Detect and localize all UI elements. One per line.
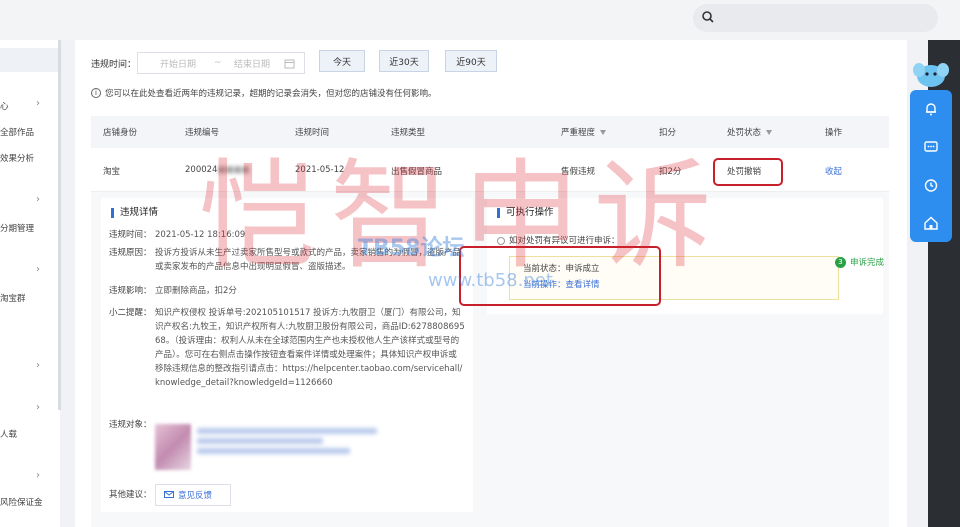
clock-icon[interactable] <box>922 176 940 194</box>
cell-type: 出售假冒商品 <box>391 167 443 177</box>
cell-severity: 售假违规 <box>561 167 596 177</box>
highlight-box <box>713 158 783 186</box>
home-icon[interactable] <box>922 214 940 232</box>
last-90-days-button[interactable]: 近90天 <box>445 50 497 72</box>
sidebar-item-taobao-group[interactable]: 淘宝群 <box>0 292 26 304</box>
product-thumbnail[interactable] <box>155 424 191 470</box>
sidebar-item-analysis[interactable]: 效果分析 <box>0 152 34 164</box>
cell-time: 2021-05-12 <box>295 165 345 175</box>
last-30-days-button[interactable]: 近30天 <box>379 50 429 72</box>
column-shop: 店铺身份 <box>103 128 138 138</box>
appeal-complete-step: 3 申诉完成 <box>835 256 884 268</box>
filter-icon[interactable] <box>766 130 773 135</box>
chevron-right-icon[interactable]: › <box>36 98 40 109</box>
column-severity[interactable]: 严重程度 <box>561 126 607 138</box>
sidebar-item-load[interactable]: 人载 <box>0 428 17 440</box>
date-range-picker[interactable]: 开始日期 ~ 结束日期 <box>137 52 305 74</box>
chevron-right-icon[interactable]: › <box>36 402 40 413</box>
chevron-right-icon[interactable]: › <box>36 360 40 371</box>
top-bar <box>0 0 960 40</box>
chevron-right-icon[interactable]: › <box>36 264 40 275</box>
cell-points: 扣2分 <box>659 167 682 177</box>
start-date-input[interactable]: 开始日期 <box>160 57 196 70</box>
detail-title: 违规详情 <box>111 208 158 218</box>
column-action: 操作 <box>825 128 843 138</box>
sidebar-scrollbar[interactable] <box>58 40 61 410</box>
cell-shop: 淘宝 <box>103 167 121 177</box>
feedback-button[interactable]: 意见反馈 <box>155 484 231 506</box>
today-button[interactable]: 今天 <box>319 50 365 72</box>
sidebar-item-works[interactable]: 全部作品 <box>0 126 34 138</box>
product-links[interactable] <box>197 424 377 464</box>
info-icon: i <box>91 88 101 98</box>
filter-label: 违规时间： <box>91 59 137 70</box>
column-status[interactable]: 处罚状态 <box>727 126 773 138</box>
date-filter: 违规时间： 开始日期 ~ 结束日期 <box>91 52 305 74</box>
sidebar-item-installment[interactable]: 分期管理 <box>0 222 34 234</box>
range-separator: ~ <box>214 58 222 68</box>
cell-id: 200024■■■■ <box>185 165 250 175</box>
notice-text: 您可以在此处查看近两年的违规记录，超期的记录会消失，但对您的店铺没有任何影响。 <box>105 89 437 99</box>
sidebar-item-center[interactable]: 心 <box>0 100 9 112</box>
end-date-input[interactable]: 结束日期 <box>234 57 270 70</box>
notice: i 您可以在此处查看近两年的违规记录，超期的记录会消失，但对您的店铺没有任何影响… <box>91 87 437 99</box>
message-icon <box>164 490 174 498</box>
column-type: 违规类型 <box>391 128 426 138</box>
chat-icon[interactable] <box>922 138 940 156</box>
column-time: 违规时间 <box>295 128 330 138</box>
appeal-option[interactable]: 如对处罚有异议可进行申诉： <box>497 234 620 246</box>
sidebar-selected-item[interactable] <box>0 48 60 72</box>
chevron-right-icon[interactable]: › <box>36 470 40 481</box>
calendar-icon[interactable] <box>284 58 295 69</box>
sidebar-item-deposit[interactable]: 风险保证金 <box>0 496 43 508</box>
filter-icon[interactable] <box>600 130 607 135</box>
bell-icon[interactable] <box>922 100 940 118</box>
step-number: 3 <box>835 256 846 268</box>
floating-toolbar <box>910 90 952 242</box>
radio-icon[interactable] <box>497 236 505 245</box>
watermark-logo: TB58论坛 <box>358 236 465 261</box>
mascot-icon[interactable] <box>912 58 950 88</box>
search-input[interactable] <box>693 4 938 32</box>
chevron-right-icon[interactable]: › <box>36 194 40 205</box>
search-icon <box>702 11 714 23</box>
column-points: 扣分 <box>659 128 677 138</box>
table-header: 店铺身份 违规编号 违规时间 违规类型 严重程度 扣分 处罚状态 操作 <box>91 116 889 148</box>
sidebar: 心 › 全部作品 效果分析 › 分期管理 › 淘宝群 › › 人载 › 风险保证… <box>0 40 60 527</box>
column-id: 违规编号 <box>185 128 220 138</box>
collapse-link[interactable]: 收起 <box>825 165 842 177</box>
detail-area: 违规详情 违规时间： 2021-05-12 18:16:09 违规原因： 投诉方… <box>91 192 889 527</box>
watermark-url: www.tb58.net <box>428 270 553 291</box>
actions-title: 可执行操作 <box>497 208 554 218</box>
